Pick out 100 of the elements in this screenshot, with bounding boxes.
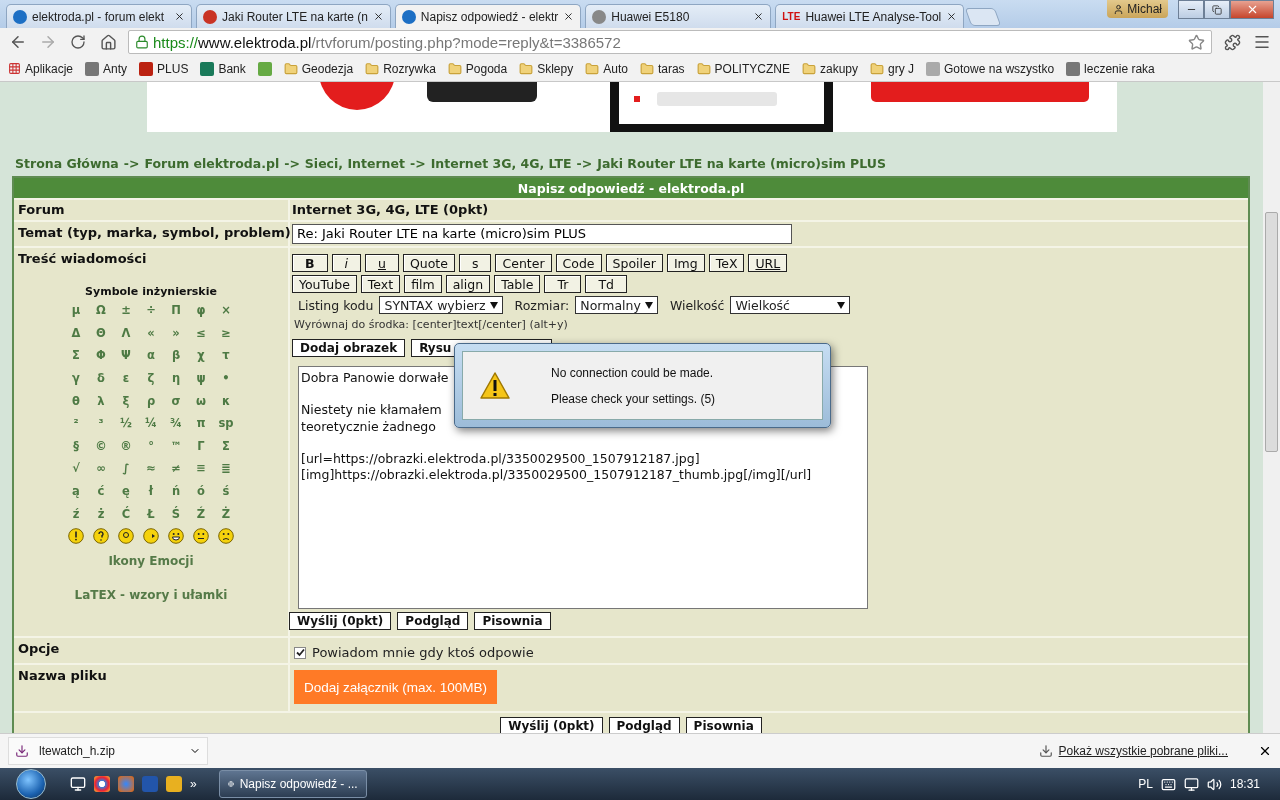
symbol-link[interactable]: Ź: [196, 506, 206, 521]
breadcrumb-link[interactable]: Strona Główna: [15, 156, 119, 171]
symbol-link[interactable]: ®: [120, 438, 132, 453]
close-icon[interactable]: [1258, 744, 1272, 758]
format-button[interactable]: Table: [494, 275, 541, 293]
symbol-link[interactable]: ó: [197, 484, 205, 499]
taskbar-item[interactable]: Napisz odpowiedź - ...: [218, 770, 367, 798]
restore-button[interactable]: [1204, 0, 1230, 19]
symbol-link[interactable]: ∫: [122, 461, 130, 476]
symbol-link[interactable]: κ: [221, 393, 231, 408]
browser-icon[interactable]: [94, 776, 110, 792]
symbol-link[interactable]: ≥: [221, 325, 231, 340]
symbol-link[interactable]: ±: [121, 303, 131, 318]
symbol-link[interactable]: ©: [95, 438, 107, 453]
symbol-link[interactable]: ²: [73, 416, 79, 431]
symbol-link[interactable]: α: [147, 348, 155, 363]
symbol-link[interactable]: Δ: [71, 325, 81, 340]
bookmark-item[interactable]: Pogoda: [447, 61, 508, 76]
language-indicator[interactable]: PL: [1138, 777, 1153, 791]
download-item[interactable]: ltewatch_h.zip: [8, 737, 208, 765]
symbol-link[interactable]: °: [148, 438, 154, 453]
checkbox[interactable]: [294, 646, 306, 659]
symbol-link[interactable]: ×: [221, 303, 231, 318]
symbol-link[interactable]: Π: [171, 303, 181, 318]
symbol-link[interactable]: ≈: [146, 461, 156, 476]
symbol-link[interactable]: ε: [122, 371, 130, 386]
symbol-link[interactable]: ½: [120, 416, 132, 431]
symbol-link[interactable]: ≠: [171, 461, 181, 476]
symbol-link[interactable]: •: [222, 371, 230, 386]
symbol-link[interactable]: sp: [218, 416, 234, 431]
symbol-link[interactable]: ζ: [147, 371, 155, 386]
symbol-link[interactable]: ¼: [145, 416, 157, 431]
format-button[interactable]: YouTube: [292, 275, 357, 293]
emoticon-icon[interactable]: [68, 528, 84, 545]
subject-field[interactable]: Re: Jaki Router LTE na karte (micro)sim PLUS: [292, 224, 792, 244]
symbol-link[interactable]: Σ: [72, 348, 80, 363]
format-button[interactable]: Tr: [544, 275, 582, 293]
emoticon-icon[interactable]: [118, 528, 134, 545]
symbol-link[interactable]: ź: [72, 506, 80, 521]
desktop-icon[interactable]: [70, 776, 86, 792]
submit-button[interactable]: Pisownia: [474, 612, 551, 630]
breadcrumb-link[interactable]: Sieci, Internet: [304, 156, 405, 171]
overflow-button[interactable]: »: [190, 777, 197, 791]
symbol-link[interactable]: Ψ: [121, 348, 131, 363]
symbol-link[interactable]: φ: [196, 303, 206, 318]
home-button[interactable]: [98, 32, 118, 52]
symbol-link[interactable]: ń: [171, 484, 181, 499]
symbol-link[interactable]: Ω: [96, 303, 106, 318]
symbol-link[interactable]: η: [171, 371, 181, 386]
symbol-link[interactable]: ω: [196, 393, 206, 408]
symbol-link[interactable]: ÷: [146, 303, 156, 318]
symbol-link[interactable]: Γ: [197, 438, 205, 453]
emoticon-icon[interactable]: [218, 528, 234, 545]
browser-tab[interactable]: elektroda.pl - forum elekt: [6, 4, 192, 28]
format-button[interactable]: u: [365, 254, 399, 272]
scrollbar[interactable]: [1263, 82, 1280, 733]
submit-button[interactable]: Wyślij (0pkt): [289, 612, 392, 630]
symbol-link[interactable]: ≡: [196, 461, 206, 476]
symbol-link[interactable]: ą: [72, 484, 80, 499]
symbol-link[interactable]: θ: [72, 393, 80, 408]
symbol-link[interactable]: Ż: [221, 506, 231, 521]
close-icon[interactable]: [563, 11, 575, 22]
submit-button[interactable]: Podgląd: [397, 612, 469, 630]
bookmark-icon[interactable]: [257, 61, 272, 76]
close-icon[interactable]: [753, 11, 765, 22]
symbol-link[interactable]: ż: [97, 506, 105, 521]
symbol-link[interactable]: χ: [197, 348, 205, 363]
format-button[interactable]: film: [404, 275, 442, 293]
start-button[interactable]: [16, 769, 46, 799]
symbol-link[interactable]: ę: [122, 484, 130, 499]
browser-tab[interactable]: LTE Huawei LTE Analyse-Tool: [775, 4, 965, 28]
symbol-link[interactable]: τ: [222, 348, 230, 363]
bookmark-item[interactable]: Gotowe na wszystko: [926, 61, 1055, 76]
symbol-link[interactable]: λ: [97, 393, 105, 408]
attach-button[interactable]: Dodaj załącznik (max. 100MB): [294, 670, 498, 704]
volume-icon[interactable]: [1206, 776, 1222, 792]
close-icon[interactable]: [946, 11, 958, 22]
symbol-link[interactable]: √: [72, 461, 80, 476]
show-downloads-link[interactable]: Pokaż wszystkie pobrane pliki...: [1058, 744, 1228, 758]
bookmark-item[interactable]: leczenie raka: [1066, 61, 1155, 76]
emoticon-icon[interactable]: [193, 528, 209, 545]
symbol-link[interactable]: ξ: [122, 393, 130, 408]
breadcrumb-link[interactable]: Jaki Router LTE na karte (micro)sim PLUS: [597, 156, 886, 171]
format-button[interactable]: Center: [495, 254, 552, 272]
browser-tab[interactable]: Jaki Router LTE na karte (n: [196, 4, 391, 28]
clock[interactable]: 18:31: [1229, 777, 1260, 791]
address-field[interactable]: https://www.elektroda.pl/rtvforum/posting.php?mode=reply&t=3386572: [128, 30, 1212, 54]
bookmark-item[interactable]: taras: [639, 61, 685, 76]
dropdown[interactable]: Wielkość: [730, 296, 851, 314]
symbol-link[interactable]: δ: [97, 371, 105, 386]
format-button[interactable]: Spoiler: [605, 254, 663, 272]
symbol-link[interactable]: ś: [222, 484, 230, 499]
format-button[interactable]: Img: [666, 254, 705, 272]
symbol-link[interactable]: Ł: [147, 506, 155, 521]
emoticon-icon[interactable]: [168, 528, 184, 545]
symbol-link[interactable]: ≣: [221, 461, 231, 476]
format-button[interactable]: s: [458, 254, 492, 272]
reload-button[interactable]: [68, 32, 88, 52]
symbol-link[interactable]: Ś: [171, 506, 181, 521]
format-button[interactable]: Text: [360, 275, 401, 293]
